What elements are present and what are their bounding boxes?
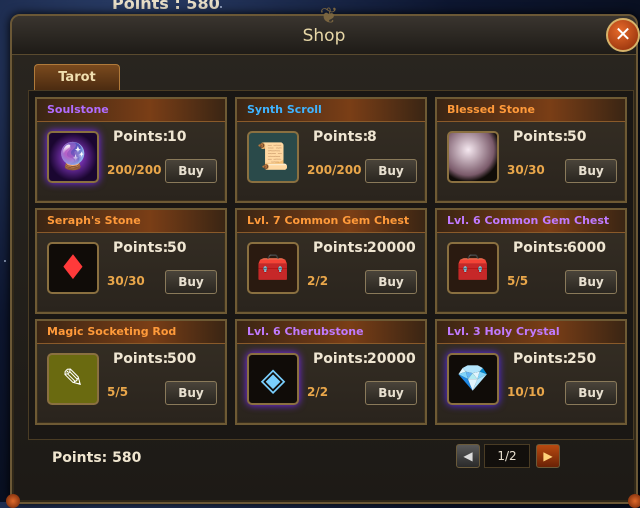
item-name: Lvl. 7 Common Gem Chest bbox=[247, 214, 410, 227]
item-points: 500 bbox=[167, 351, 197, 367]
item-points: 50 bbox=[167, 240, 187, 256]
violet-gem-icon: 💎 bbox=[447, 353, 499, 405]
buy-button[interactable]: Buy bbox=[565, 381, 617, 405]
shop-item-card: Lvl. 7 Common Gem Chest 🧰 Points: 20000 … bbox=[235, 208, 427, 314]
item-stock: 2/2 bbox=[307, 385, 329, 399]
buy-button[interactable]: Buy bbox=[565, 270, 617, 294]
shop-item-card: Soulstone 🔮 Points: 10 200/200 Buy bbox=[35, 97, 227, 203]
card-header: Seraph's Stone bbox=[37, 210, 225, 233]
next-page-button[interactable]: ▶ bbox=[536, 444, 560, 468]
item-stock: 2/2 bbox=[307, 274, 329, 288]
shop-item-card: Seraph's Stone ♦ Points: 50 30/30 Buy bbox=[35, 208, 227, 314]
item-points: 10 bbox=[167, 129, 187, 145]
item-name: Seraph's Stone bbox=[47, 214, 141, 227]
card-header: Lvl. 6 Cherubstone bbox=[237, 321, 425, 344]
points-label: Points: bbox=[513, 240, 569, 256]
close-button[interactable]: ✕ bbox=[606, 18, 640, 52]
card-header: Soulstone bbox=[37, 99, 225, 122]
item-name: Lvl. 6 Common Gem Chest bbox=[447, 214, 610, 227]
shop-item-card: Lvl. 3 Holy Crystal 💎 Points: 250 10/10 … bbox=[435, 319, 627, 425]
item-name: Blessed Stone bbox=[447, 103, 535, 116]
card-header: Blessed Stone bbox=[437, 99, 625, 122]
buy-button[interactable]: Buy bbox=[165, 270, 217, 294]
footer-points: Points: 580 bbox=[52, 450, 141, 466]
item-stock: 30/30 bbox=[507, 163, 545, 177]
rod-icon: ✎ bbox=[47, 353, 99, 405]
corner-ornament-icon bbox=[628, 494, 640, 508]
card-header: Magic Socketing Rod bbox=[37, 321, 225, 344]
buy-button[interactable]: Buy bbox=[165, 159, 217, 183]
item-points: 20000 bbox=[367, 351, 416, 367]
scroll-icon: 📜 bbox=[247, 131, 299, 183]
footer-points-label: Points: bbox=[52, 450, 108, 466]
shop-item-card: Blessed Stone ⚪ Points: 50 30/30 Buy bbox=[435, 97, 627, 203]
item-name: Lvl. 3 Holy Crystal bbox=[447, 325, 560, 338]
buy-button[interactable]: Buy bbox=[365, 159, 417, 183]
buy-button[interactable]: Buy bbox=[365, 270, 417, 294]
shop-item-card: Lvl. 6 Cherubstone ◈ Points: 20000 2/2 B… bbox=[235, 319, 427, 425]
background-points-text: Points : 580 bbox=[112, 0, 220, 13]
card-header: Lvl. 3 Holy Crystal bbox=[437, 321, 625, 344]
item-points: 6000 bbox=[567, 240, 606, 256]
item-stock: 30/30 bbox=[107, 274, 145, 288]
square-gem-icon: ◈ bbox=[247, 353, 299, 405]
shop-window: ❦ Shop ✕ Tarot Soulstone 🔮 Points: 10 20… bbox=[6, 4, 640, 508]
corner-ornament-icon bbox=[6, 494, 20, 508]
points-label: Points: bbox=[513, 351, 569, 367]
shop-item-card: Lvl. 6 Common Gem Chest 🧰 Points: 6000 5… bbox=[435, 208, 627, 314]
footer-points-value: 580 bbox=[112, 450, 142, 466]
page-indicator: 1/2 bbox=[484, 444, 530, 468]
shop-titlebar: ❦ Shop bbox=[12, 4, 636, 55]
buy-button[interactable]: Buy bbox=[165, 381, 217, 405]
item-stock: 5/5 bbox=[107, 385, 129, 399]
card-header: Synth Scroll bbox=[237, 99, 425, 122]
shop-item-card: Magic Socketing Rod ✎ Points: 500 5/5 Bu… bbox=[35, 319, 227, 425]
item-points: 50 bbox=[567, 129, 587, 145]
purple-orb-icon: 🔮 bbox=[47, 131, 99, 183]
item-stock: 200/200 bbox=[307, 163, 362, 177]
item-name: Lvl. 6 Cherubstone bbox=[247, 325, 364, 338]
shop-item-card: Synth Scroll 📜 Points: 8 200/200 Buy bbox=[235, 97, 427, 203]
pearl-icon: ⚪ bbox=[447, 131, 499, 183]
items-panel: Soulstone 🔮 Points: 10 200/200 Buy Synth… bbox=[28, 90, 634, 440]
item-points: 250 bbox=[567, 351, 597, 367]
card-header: Lvl. 7 Common Gem Chest bbox=[237, 210, 425, 233]
buy-button[interactable]: Buy bbox=[565, 159, 617, 183]
points-label: Points: bbox=[513, 129, 569, 145]
ornament-icon: ❦ bbox=[319, 4, 339, 29]
item-stock: 200/200 bbox=[107, 163, 162, 177]
chest-icon: 🧰 bbox=[247, 242, 299, 294]
item-stock: 10/10 bbox=[507, 385, 545, 399]
item-stock: 5/5 bbox=[507, 274, 529, 288]
window-title: Shop bbox=[302, 26, 346, 46]
item-name: Magic Socketing Rod bbox=[47, 325, 177, 338]
red-crystal-icon: ♦ bbox=[47, 242, 99, 294]
card-header: Lvl. 6 Common Gem Chest bbox=[437, 210, 625, 233]
points-label: Points: bbox=[313, 351, 369, 367]
prev-page-button[interactable]: ◀ bbox=[456, 444, 480, 468]
tab-tarot[interactable]: Tarot bbox=[34, 64, 120, 91]
points-label: Points: bbox=[113, 129, 169, 145]
item-name: Synth Scroll bbox=[247, 103, 322, 116]
item-points: 20000 bbox=[367, 240, 416, 256]
points-label: Points: bbox=[313, 129, 369, 145]
chest-icon: 🧰 bbox=[447, 242, 499, 294]
points-label: Points: bbox=[113, 240, 169, 256]
buy-button[interactable]: Buy bbox=[365, 381, 417, 405]
item-name: Soulstone bbox=[47, 103, 109, 116]
points-label: Points: bbox=[113, 351, 169, 367]
points-label: Points: bbox=[313, 240, 369, 256]
item-points: 8 bbox=[367, 129, 377, 145]
